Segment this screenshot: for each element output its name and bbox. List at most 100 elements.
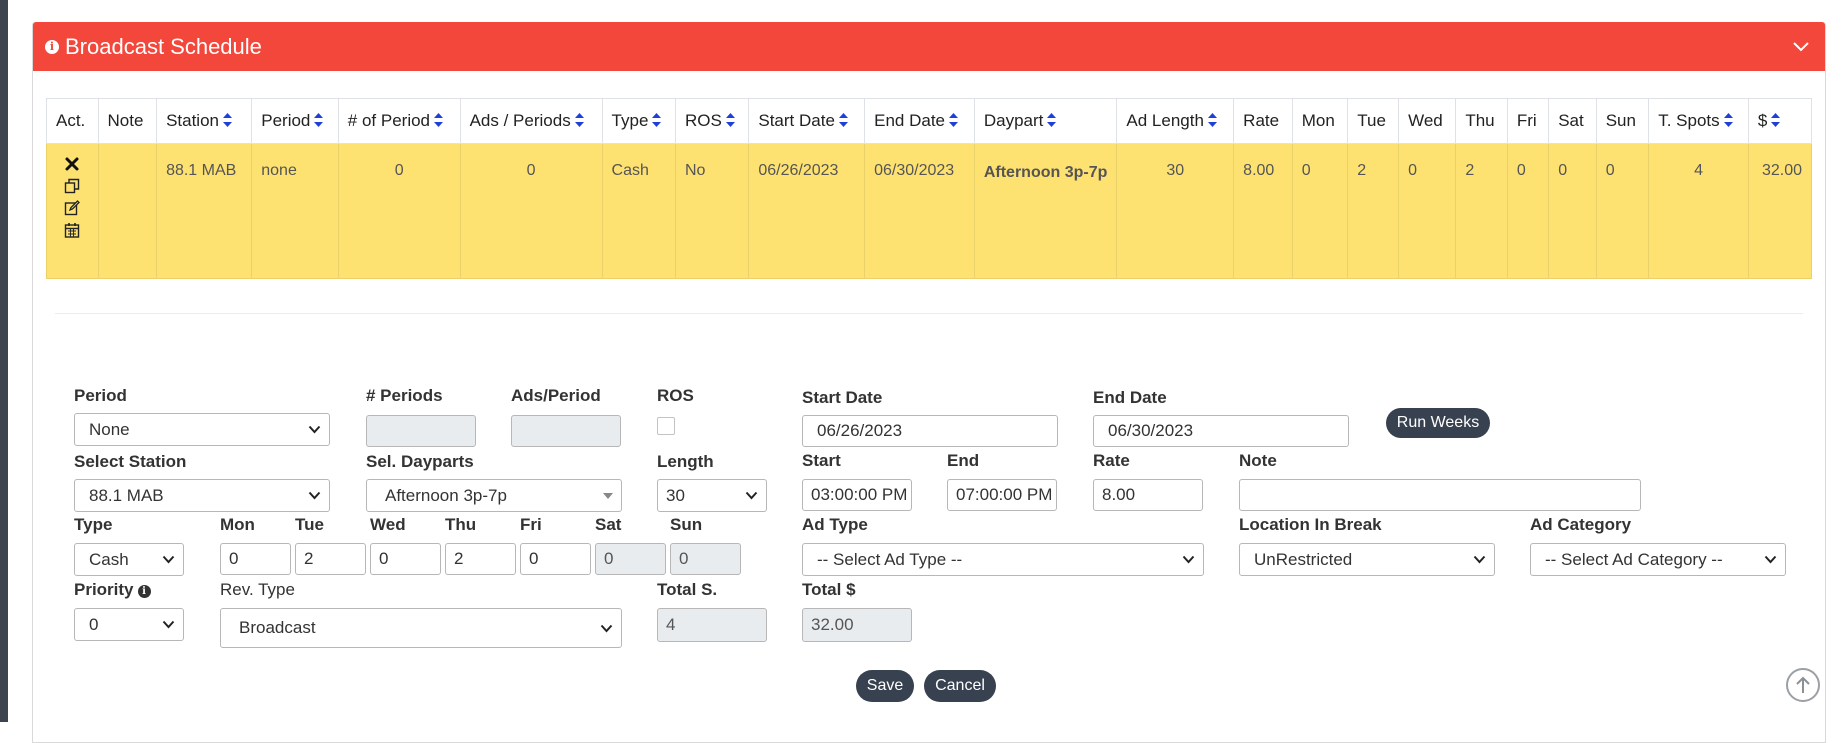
sort-icon[interactable] [652,113,662,127]
total-spots-input[interactable]: 4 [657,608,767,642]
start-time-input[interactable]: 03:00:00 PM [802,479,912,511]
label-tue: Tue [295,515,324,534]
end-time-input[interactable]: 07:00:00 PM [947,479,1057,511]
sort-icon[interactable] [314,113,324,127]
end-date-input[interactable]: 06/30/2023 [1093,415,1349,447]
wed-input[interactable]: 0 [370,543,441,575]
sort-icon[interactable] [1207,113,1217,127]
col-tue: Tue [1347,98,1400,144]
chevron-down-icon[interactable] [1791,36,1811,56]
scroll-to-top-button[interactable] [1786,668,1820,702]
chevron-down-icon [1182,555,1195,564]
sat-input[interactable]: 0 [595,543,666,575]
sort-icon[interactable] [223,113,232,127]
col-amount[interactable]: $ [1747,98,1813,144]
sort-icon[interactable] [1771,113,1781,127]
rate-input[interactable]: 8.00 [1093,479,1203,511]
table-row: 88.1 MAB none 0 0 Cash No 06/26/2023 06/… [46,143,1813,279]
start-date-input[interactable]: 06/26/2023 [802,415,1058,447]
rev-type-select[interactable]: Broadcast [220,608,622,648]
info-icon[interactable]: i [137,585,151,598]
sort-icon[interactable] [725,113,735,127]
sort-icon[interactable] [1723,113,1733,127]
station-select[interactable]: 88.1 MAB [74,479,330,512]
cell-ads-periods: 0 [459,143,603,279]
col-period[interactable]: Period [251,98,339,144]
col-ad-length[interactable]: Ad Length [1116,98,1235,144]
chevron-down-icon [162,555,175,564]
label-ros: ROS [657,386,694,405]
note-input[interactable] [1239,479,1641,511]
arrow-up-icon [1796,676,1810,693]
label-select-station: Select Station [74,452,187,471]
edit-icon[interactable] [64,200,81,216]
cell-rate: 8.00 [1233,143,1293,279]
type-select[interactable]: Cash [74,543,184,576]
chevron-down-icon [600,624,613,633]
caret-down-icon [603,493,613,499]
cell-thu: 2 [1455,143,1508,279]
col-start-date[interactable]: Start Date [748,98,866,144]
cell-start-date: 06/26/2023 [748,143,866,279]
label-end: End [947,451,980,470]
mon-input[interactable]: 0 [220,543,291,575]
cell-daypart: Afternoon 3p-7p [973,143,1118,279]
col-daypart[interactable]: Daypart [973,98,1118,144]
panel-title: Broadcast Schedule [65,33,262,59]
label-rate: Rate [1093,451,1130,470]
sort-icon[interactable] [574,113,584,127]
sort-icon[interactable] [838,113,848,127]
run-weeks-button[interactable]: Run Weeks [1386,408,1490,438]
copy-icon[interactable] [64,178,80,194]
col-rate: Rate [1233,98,1293,144]
priority-select[interactable]: 0 [74,608,184,641]
save-button[interactable]: Save [856,670,914,702]
col-ros[interactable]: ROS [674,98,750,144]
total-amount-input[interactable]: 32.00 [802,608,912,642]
cell-type: Cash [601,143,676,279]
label-sel-dayparts: Sel. Dayparts [366,452,474,471]
col-t-spots[interactable]: T. Spots [1648,98,1749,144]
sort-icon[interactable] [949,113,959,127]
period-select[interactable]: None [74,413,330,446]
fri-input[interactable]: 0 [520,543,591,575]
panel-header[interactable]: i Broadcast Schedule [33,22,1825,71]
location-in-break-select[interactable]: UnRestricted [1239,543,1495,576]
label-sun: Sun [670,515,703,534]
thu-input[interactable]: 2 [445,543,516,575]
col-station[interactable]: Station [156,98,253,144]
col-num-period[interactable]: # of Period [337,98,461,144]
label-note: Note [1239,451,1277,470]
label-thu: Thu [445,515,477,534]
delete-icon[interactable] [64,156,80,172]
label-start-date: Start Date [802,388,883,407]
chevron-down-icon [308,425,321,434]
schedule-table: Act. Note Station Period # of Period Ads… [46,98,1813,279]
ad-type-select[interactable]: -- Select Ad Type -- [802,543,1204,576]
ros-checkbox[interactable] [657,417,675,435]
ad-category-select[interactable]: -- Select Ad Category -- [1530,543,1786,576]
dayparts-select[interactable]: Afternoon 3p-7p [366,479,622,512]
tue-input[interactable]: 2 [295,543,366,575]
col-type[interactable]: Type [601,98,676,144]
cell-fri: 0 [1506,143,1550,279]
cell-end-date: 06/30/2023 [864,143,975,279]
length-select[interactable]: 30 [657,479,767,512]
cell-ros: No [674,143,750,279]
col-end-date[interactable]: End Date [864,98,975,144]
info-icon: i [45,39,59,54]
num-periods-input[interactable] [366,415,476,447]
cell-sat: 0 [1548,143,1597,279]
divider [55,313,1803,314]
sort-icon[interactable] [434,113,444,127]
left-sidebar-edge [0,0,8,722]
cell-t-spots: 4 [1648,143,1749,279]
chevron-down-icon [308,491,321,500]
col-ads-periods[interactable]: Ads / Periods [459,98,603,144]
sun-input[interactable]: 0 [670,543,741,575]
cancel-button[interactable]: Cancel [924,670,996,702]
calendar-icon[interactable] [64,222,80,238]
sort-icon[interactable] [1047,113,1057,127]
ads-period-input[interactable] [511,415,621,447]
chevron-down-icon [162,620,175,629]
